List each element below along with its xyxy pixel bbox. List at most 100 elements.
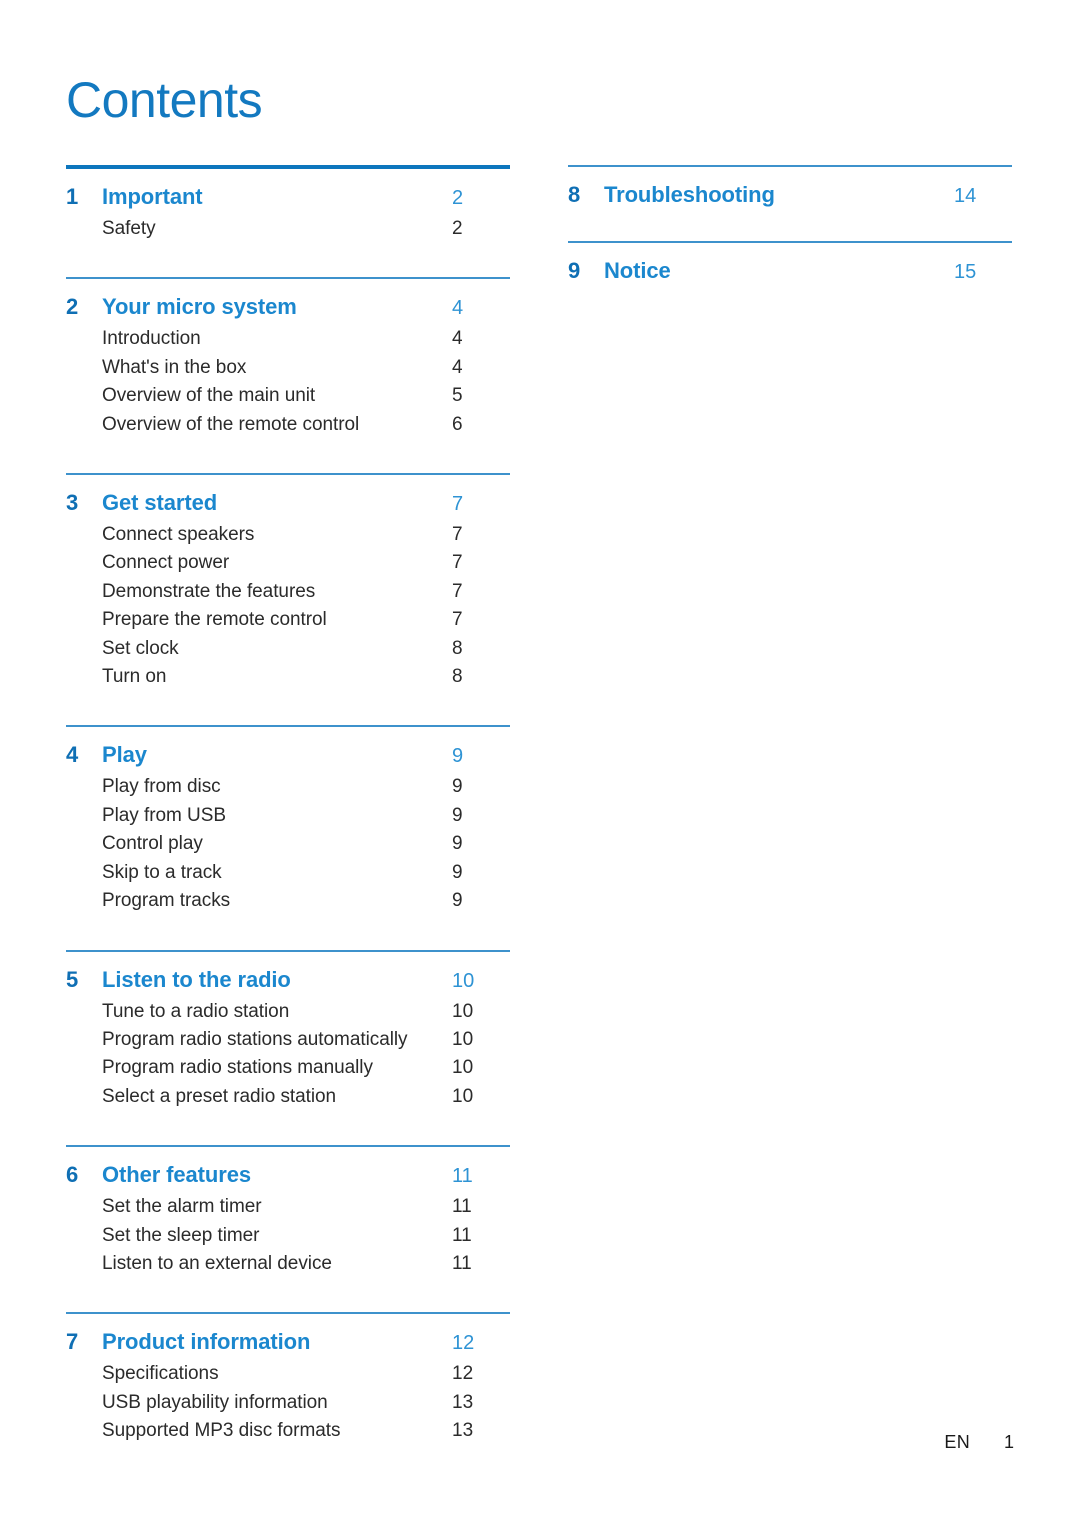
section-divider [66,165,510,169]
toc-entry[interactable]: Program radio stations automatically 10 [66,1026,510,1054]
toc-entry-page-number: 9 [452,776,463,798]
toc-entry-label[interactable]: Introduction [102,325,452,353]
toc-entry[interactable]: Introduction 4 [66,325,510,353]
toc-entry[interactable]: Skip to a track 9 [66,859,510,887]
toc-page: Contents 1 Important 2 Safety 2 2 Your micro s… [0,0,1080,1527]
toc-entry[interactable]: Set clock 8 [66,635,510,663]
section-title[interactable]: Product information [102,1327,452,1357]
toc-entry-label[interactable]: Select a preset radio station [102,1083,452,1111]
toc-entry-page-number: 9 [452,804,463,826]
section-title[interactable]: Your micro system [102,292,452,322]
toc-entry-label[interactable]: Play from USB [102,802,452,830]
toc-entry-page-number: 9 [452,890,463,912]
toc-entry-label[interactable]: Connect speakers [102,521,452,549]
toc-entry-page-number: 13 [452,1391,474,1413]
toc-entry[interactable]: Set the sleep timer 11 [66,1222,510,1250]
toc-section-heading[interactable]: 5 Listen to the radio 10 [66,965,510,996]
section-page-number: 9 [452,745,464,768]
toc-entry-label[interactable]: Set the alarm timer [102,1193,452,1221]
toc-entry-label[interactable]: Overview of the remote control [102,411,452,439]
toc-entry-label[interactable]: Play from disc [102,773,452,801]
section-title[interactable]: Notice [604,256,954,286]
toc-entry-label[interactable]: Demonstrate the features [102,578,452,606]
section-title[interactable]: Troubleshooting [604,180,954,210]
toc-section-heading[interactable]: 9 Notice 15 [568,256,1012,287]
toc-entry[interactable]: Set the alarm timer 11 [66,1193,510,1221]
section-number: 7 [66,1329,79,1355]
section-title[interactable]: Get started [102,488,452,518]
toc-entry[interactable]: Demonstrate the features 7 [66,578,510,606]
toc-entry-page-number: 4 [452,328,463,350]
toc-section-heading[interactable]: 4 Play 9 [66,740,510,771]
section-divider [66,1312,510,1315]
toc-section-heading[interactable]: 8 Troubleshooting 14 [568,180,1012,211]
toc-entry-label[interactable]: Program radio stations manually [102,1054,452,1082]
toc-entry[interactable]: USB playability information 13 [66,1389,510,1417]
toc-entry[interactable]: Prepare the remote control 7 [66,606,510,634]
toc-section: 2 Your micro system 4 Introduction 4 What's i… [66,277,510,439]
toc-entry-label[interactable]: Prepare the remote control [102,606,452,634]
toc-entry[interactable]: Play from disc 9 [66,773,510,801]
toc-entry-label[interactable]: Tune to a radio station [102,998,452,1026]
section-page-number: 15 [954,261,977,283]
toc-entry-label[interactable]: Set the sleep timer [102,1222,452,1250]
toc-section: 5 Listen to the radio 10 Tune to a radio st… [66,949,510,1112]
toc-entry[interactable]: Listen to an external device 11 [66,1250,510,1278]
toc-entry-label[interactable]: Turn on [102,663,452,691]
toc-entry-page-number: 7 [452,552,463,574]
toc-entry-label[interactable]: Overview of the main unit [102,382,452,410]
toc-subitem-list: Safety 2 [66,215,510,243]
toc-section-heading[interactable]: 6 Other features 11 [66,1160,510,1191]
toc-section-heading[interactable]: 1 Important 2 [66,182,510,213]
section-title[interactable]: Other features [102,1160,452,1190]
toc-entry[interactable]: Program radio stations manually 10 [66,1054,510,1082]
section-number: 1 [66,184,79,209]
toc-entry-page-number: 6 [452,413,463,435]
toc-entry[interactable]: Specifications 12 [66,1360,510,1388]
toc-entry-page-number: 9 [452,861,463,883]
page-title: Contents [66,72,263,128]
toc-entry[interactable]: Connect speakers 7 [66,521,510,549]
toc-entry-label[interactable]: Listen to an external device [102,1250,452,1278]
toc-entry-label[interactable]: Program tracks [102,887,452,915]
toc-entry[interactable]: What's in the box 4 [66,354,510,382]
toc-column-left: 1 Important 2 Safety 2 2 Your micro system 4 Int… [66,165,510,1446]
toc-entry[interactable]: Connect power 7 [66,549,510,577]
toc-entry-page-number: 11 [452,1196,472,1218]
section-title[interactable]: Important [102,182,452,212]
toc-entry[interactable]: Overview of the main unit 5 [66,382,510,410]
toc-entry[interactable]: Control play 9 [66,830,510,858]
toc-entry-page-number: 10 [452,1000,474,1022]
toc-entry[interactable]: Program tracks 9 [66,887,510,915]
toc-section-heading[interactable]: 3 Get started 7 [66,488,510,519]
section-page-number: 10 [452,969,475,992]
section-title[interactable]: Listen to the radio [102,965,452,995]
toc-entry[interactable]: Tune to a radio station 10 [66,998,510,1026]
toc-section: 4 Play 9 Play from disc 9 Play from USB 9 Contr… [66,725,510,915]
toc-entry-label[interactable]: Specifications [102,1360,452,1388]
toc-entry-page-number: 7 [452,609,463,631]
toc-section: 8 Troubleshooting 14 [568,165,1012,211]
toc-entry[interactable]: Overview of the remote control 6 [66,411,510,439]
toc-entry-label[interactable]: Control play [102,830,452,858]
toc-section-heading[interactable]: 7 Product information 12 [66,1327,510,1358]
toc-entry-label[interactable]: Program radio stations automatically [102,1026,452,1054]
toc-entry[interactable]: Play from USB 9 [66,802,510,830]
toc-entry-label[interactable]: Connect power [102,549,452,577]
toc-section-heading[interactable]: 2 Your micro system 4 [66,292,510,323]
toc-entry-label[interactable]: What's in the box [102,354,452,382]
section-number: 6 [66,1162,79,1188]
section-page-number: 4 [452,297,464,320]
section-title[interactable]: Play [102,740,452,770]
footer-page-number: 1 [1003,1432,1014,1452]
toc-entry[interactable]: Safety 2 [66,215,510,243]
toc-entry-label[interactable]: Set clock [102,635,452,663]
toc-entry-label[interactable]: Safety [102,215,452,243]
toc-entry[interactable]: Select a preset radio station 10 [66,1083,510,1111]
toc-entry-label[interactable]: USB playability information [102,1389,452,1417]
toc-entry-label[interactable]: Skip to a track [102,859,452,887]
toc-entry[interactable]: Turn on 8 [66,663,510,691]
